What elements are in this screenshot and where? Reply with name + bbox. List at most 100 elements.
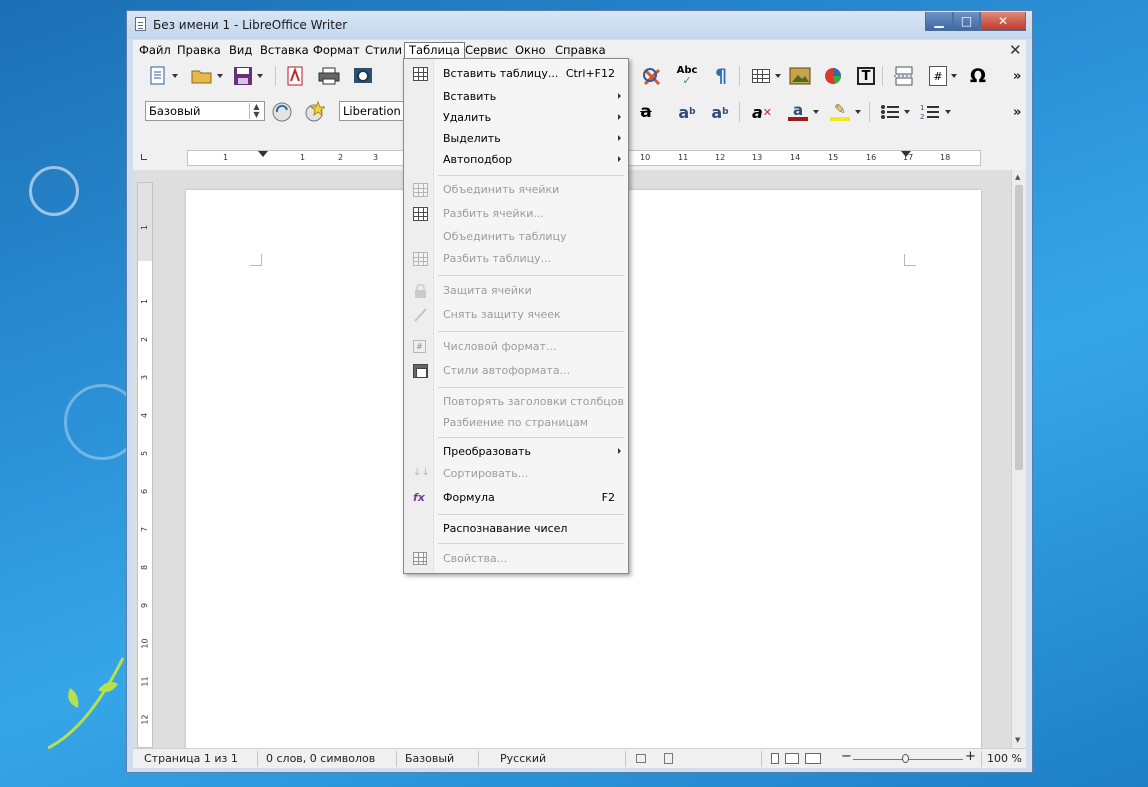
insert-mode-icon[interactable] bbox=[636, 754, 646, 763]
menu-protect-cells[interactable]: Защита ячейки bbox=[404, 280, 628, 302]
menu-table-delete[interactable]: Удалить bbox=[404, 107, 628, 129]
field-dropdown-icon[interactable] bbox=[951, 74, 957, 78]
menu-split-cells[interactable]: Разбить ячейки... bbox=[404, 203, 628, 225]
open-dropdown-icon[interactable] bbox=[217, 74, 223, 78]
insert-table-icon bbox=[413, 67, 428, 81]
spellcheck-auto-icon[interactable] bbox=[641, 65, 663, 87]
zoom-level[interactable]: 100 % bbox=[987, 752, 1022, 765]
toolbar-more-icon[interactable]: » bbox=[1013, 69, 1021, 84]
toolbar-more-icon[interactable]: » bbox=[1013, 105, 1021, 120]
font-color-bar bbox=[788, 117, 808, 121]
menu-edit[interactable]: Правка bbox=[173, 42, 225, 59]
margin-corner bbox=[250, 254, 262, 266]
menu-sort[interactable]: ↓↓ Сортировать... bbox=[404, 463, 628, 485]
zoom-slider-thumb[interactable] bbox=[902, 754, 909, 763]
insert-chart-icon[interactable] bbox=[822, 65, 844, 87]
menu-table-select[interactable]: Выделить bbox=[404, 128, 628, 150]
right-indent-marker-icon[interactable] bbox=[901, 151, 911, 157]
menu-table[interactable]: Таблица bbox=[404, 42, 465, 59]
scroll-up-icon[interactable]: ▲ bbox=[1015, 173, 1020, 181]
ruler-tab-selector[interactable] bbox=[141, 154, 147, 160]
menu-help[interactable]: Справка bbox=[551, 42, 610, 59]
menu-separator bbox=[438, 387, 624, 388]
vertical-scrollbar[interactable]: ▲ ▼ bbox=[1011, 170, 1026, 748]
text-language[interactable]: Русский bbox=[500, 752, 546, 765]
menu-format[interactable]: Формат bbox=[309, 42, 364, 59]
highlight-dropdown-icon[interactable] bbox=[855, 110, 861, 114]
word-count[interactable]: 0 слов, 0 символов bbox=[266, 752, 375, 765]
font-color-icon[interactable]: a bbox=[787, 101, 809, 123]
numbered-list-icon[interactable]: 12 bbox=[919, 101, 941, 123]
menu-tools[interactable]: Сервис bbox=[461, 42, 512, 59]
special-character-icon[interactable]: Ω bbox=[967, 65, 989, 87]
single-page-view-icon[interactable] bbox=[771, 753, 779, 764]
insert-textbox-icon[interactable]: T bbox=[855, 65, 877, 87]
save-dropdown-icon[interactable] bbox=[257, 74, 263, 78]
vertical-ruler[interactable]: 1 1 2 3 4 5 6 7 8 9 10 11 12 bbox=[137, 182, 153, 748]
page-count[interactable]: Страница 1 из 1 bbox=[144, 752, 238, 765]
save-icon[interactable] bbox=[232, 65, 254, 87]
document-modified-icon[interactable] bbox=[664, 753, 673, 764]
close-document-button[interactable]: ✕ bbox=[1009, 41, 1022, 59]
new-style-icon[interactable] bbox=[303, 101, 325, 123]
paragraph-style-combo[interactable]: Базовый ▲ ▼ bbox=[145, 101, 265, 121]
clear-formatting-icon[interactable]: a ✕ bbox=[751, 101, 773, 123]
menu-merge-cells[interactable]: Объединить ячейки bbox=[404, 179, 628, 201]
spellcheck-icon[interactable]: Abc ✓ bbox=[676, 65, 698, 87]
menu-table-autofit[interactable]: Автоподбор bbox=[404, 149, 628, 171]
style-spin-icon[interactable]: ▲ ▼ bbox=[249, 103, 263, 119]
maximize-button[interactable]: □ bbox=[953, 12, 980, 31]
new-dropdown-icon[interactable] bbox=[172, 74, 178, 78]
open-folder-icon[interactable] bbox=[191, 65, 213, 87]
page-style[interactable]: Базовый bbox=[405, 752, 454, 765]
menu-insert[interactable]: Вставка bbox=[256, 42, 313, 59]
bullet-dropdown-icon[interactable] bbox=[904, 110, 910, 114]
menu-file[interactable]: Файл bbox=[135, 42, 175, 59]
export-pdf-icon[interactable] bbox=[284, 65, 306, 87]
bullet-list-icon[interactable] bbox=[879, 101, 901, 123]
zoom-in-icon[interactable]: + bbox=[965, 749, 976, 764]
scrollbar-thumb[interactable] bbox=[1015, 185, 1023, 470]
insert-image-icon[interactable] bbox=[789, 65, 811, 87]
menu-repeat-headers[interactable]: Повторять заголовки столбцов bbox=[404, 391, 628, 413]
menu-unprotect-cells[interactable]: Снять защиту ячеек bbox=[404, 304, 628, 326]
print-preview-icon[interactable] bbox=[352, 65, 374, 87]
update-style-icon[interactable] bbox=[271, 101, 293, 123]
print-icon[interactable] bbox=[318, 65, 340, 87]
insert-field-icon[interactable]: # bbox=[927, 65, 949, 87]
scroll-down-icon[interactable]: ▼ bbox=[1015, 736, 1020, 744]
superscript-icon[interactable]: ab bbox=[676, 101, 698, 123]
close-button[interactable]: ✕ bbox=[980, 12, 1026, 31]
menu-view[interactable]: Вид bbox=[225, 42, 256, 59]
menu-number-recognition[interactable]: Распознавание чисел bbox=[404, 518, 628, 540]
menu-page-break[interactable]: Разбиение по страницам bbox=[404, 412, 628, 434]
menu-table-properties[interactable]: Свойства... bbox=[404, 548, 628, 570]
ruler-number: 3 bbox=[373, 153, 379, 162]
multi-page-view-icon[interactable] bbox=[785, 753, 799, 764]
numbering-dropdown-icon[interactable] bbox=[945, 110, 951, 114]
book-view-icon[interactable] bbox=[805, 753, 821, 764]
highlight-icon[interactable]: ✎ bbox=[829, 101, 851, 123]
menu-table-insert[interactable]: Вставить bbox=[404, 86, 628, 108]
indent-marker-icon[interactable] bbox=[258, 151, 268, 157]
zoom-out-icon[interactable]: − bbox=[841, 749, 852, 764]
insert-page-break-icon[interactable] bbox=[893, 65, 915, 87]
menu-formula[interactable]: fx Формула F2 bbox=[404, 487, 628, 509]
menu-number-format[interactable]: # Числовой формат... bbox=[404, 336, 628, 358]
table-dropdown-icon[interactable] bbox=[775, 74, 781, 78]
strikethrough-icon[interactable]: a bbox=[635, 101, 657, 123]
menu-split-table[interactable]: Разбить таблицу... bbox=[404, 248, 628, 270]
new-document-icon[interactable] bbox=[147, 65, 169, 87]
menu-window[interactable]: Окно bbox=[511, 42, 550, 59]
menu-merge-table[interactable]: Объединить таблицу bbox=[404, 226, 628, 248]
formatting-marks-icon[interactable]: ¶ bbox=[710, 65, 732, 87]
font-name-combo[interactable]: Liberation S bbox=[339, 101, 405, 121]
menu-autoformat-styles[interactable]: Стили автоформата... bbox=[404, 360, 628, 382]
minimize-button[interactable]: ▁ bbox=[925, 12, 953, 31]
subscript-icon[interactable]: ab bbox=[709, 101, 731, 123]
menu-styles[interactable]: Стили bbox=[361, 42, 406, 59]
menu-insert-table[interactable]: Вставить таблицу... Ctrl+F12 bbox=[404, 63, 628, 85]
menu-convert[interactable]: Преобразовать bbox=[404, 441, 628, 463]
insert-table-icon[interactable] bbox=[750, 65, 772, 87]
font-color-dropdown-icon[interactable] bbox=[813, 110, 819, 114]
